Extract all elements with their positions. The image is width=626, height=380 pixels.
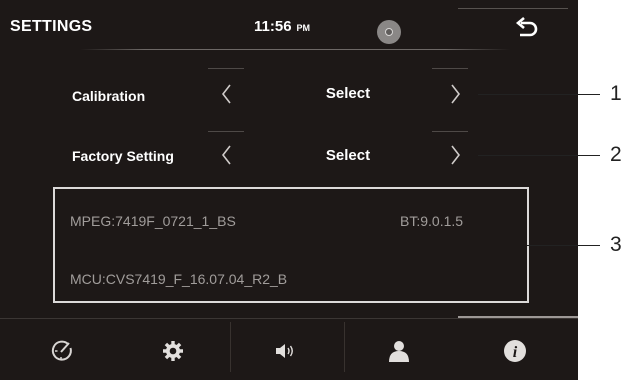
row-tick	[208, 131, 244, 132]
svg-text:i: i	[513, 344, 518, 361]
callout-2: 2	[610, 143, 622, 166]
callout-3: 3	[610, 233, 622, 256]
bt-version: BT:9.0.1.5	[400, 213, 464, 229]
calibration-prev-arrow-icon[interactable]	[217, 81, 237, 107]
clock-time: 11:56	[254, 18, 292, 35]
speaker-icon[interactable]	[272, 338, 298, 364]
callout-line-1	[478, 94, 600, 95]
disc-icon[interactable]	[377, 20, 401, 44]
header-accent-line	[458, 8, 568, 9]
back-icon[interactable]	[506, 12, 546, 46]
calibration-select[interactable]: Select	[298, 85, 398, 102]
clock-ampm: PM	[296, 23, 311, 33]
gear-icon[interactable]	[160, 338, 186, 364]
row-tick	[432, 68, 468, 69]
tab-divider	[230, 322, 231, 372]
factory-next-arrow-icon[interactable]	[445, 142, 465, 168]
user-icon[interactable]	[386, 338, 412, 364]
info-icon[interactable]: i	[502, 338, 528, 364]
page-title: SETTINGS	[10, 18, 93, 35]
row-tick	[432, 131, 468, 132]
tab-divider	[344, 322, 345, 372]
row-tick	[208, 68, 244, 69]
calibration-next-arrow-icon[interactable]	[445, 81, 465, 107]
header-divider	[80, 49, 510, 50]
factory-prev-arrow-icon[interactable]	[217, 142, 237, 168]
clock-gauge-icon[interactable]	[49, 338, 75, 364]
callout-line-2	[478, 155, 600, 156]
factory-setting-select[interactable]: Select	[298, 147, 398, 164]
clock: 11:56 PM	[254, 18, 310, 35]
callout-1: 1	[610, 82, 622, 105]
bottom-bar-divider	[0, 318, 578, 319]
active-tab-indicator	[458, 316, 578, 318]
mcu-version: MCU:CVS7419_F_16.07.04_R2_B	[70, 271, 288, 287]
calibration-label: Calibration	[72, 88, 146, 104]
callout-line-3	[527, 245, 600, 246]
settings-screen: SETTINGS 11:56 PM Calibration Select Fact…	[0, 0, 578, 380]
factory-setting-label: Factory Setting	[72, 148, 174, 164]
mpeg-version: MPEG:7419F_0721_1_BS	[70, 213, 236, 229]
